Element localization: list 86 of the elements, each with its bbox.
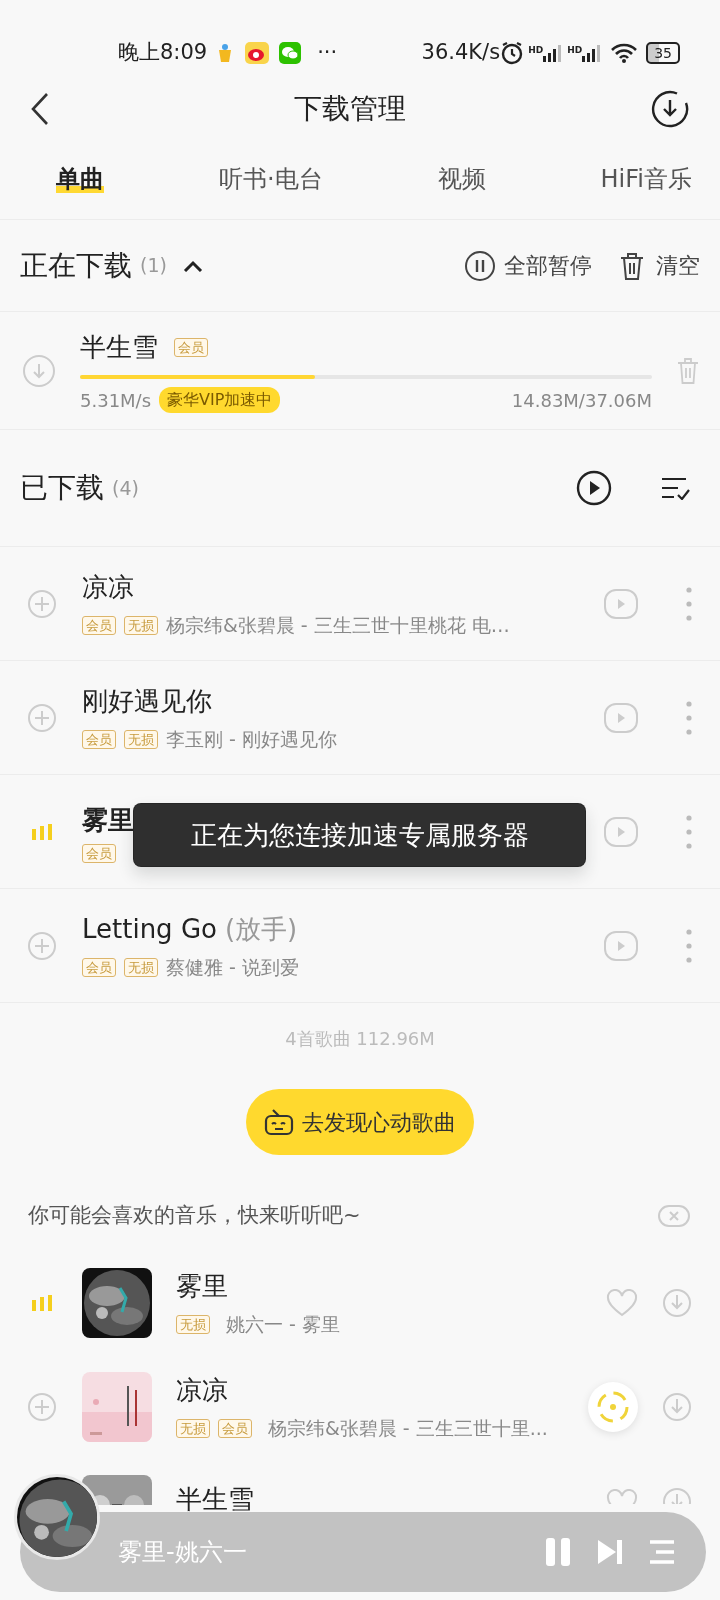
download-button[interactable] <box>662 1288 692 1318</box>
tag: 会员 <box>174 337 208 357</box>
download-history-button[interactable] <box>650 89 690 129</box>
section-title: 正在下载 <box>20 247 132 284</box>
song-artist-album: 姚六一 - 雾里 <box>226 1312 340 1338</box>
network-speed: 36.4K/s <box>421 39 501 67</box>
tag: 会员 <box>218 1419 252 1438</box>
tag: 无损 <box>124 957 158 977</box>
add-icon[interactable] <box>27 588 57 619</box>
pause-icon <box>464 249 496 282</box>
tag: 会员 <box>82 957 116 977</box>
signal-label: HD <box>567 44 583 57</box>
song-title: Letting Go <box>82 912 217 946</box>
more-button[interactable] <box>686 700 692 735</box>
download-button[interactable] <box>662 1487 692 1504</box>
play-all-button[interactable] <box>576 470 612 506</box>
play-button[interactable] <box>604 702 638 733</box>
battery-indicator: 35 <box>646 42 680 64</box>
download-button[interactable] <box>662 1392 692 1422</box>
tag: 无损 <box>176 1419 210 1438</box>
like-button[interactable] <box>606 1489 638 1504</box>
more-button[interactable] <box>686 586 692 621</box>
next-button[interactable] <box>596 1538 624 1566</box>
signal-icon <box>543 44 564 62</box>
section-title: 已下载 <box>20 470 104 506</box>
locate-button[interactable] <box>588 1382 638 1432</box>
song-title: 半生雪 <box>80 330 158 364</box>
pause-all-button[interactable]: 全部暂停 <box>464 249 592 282</box>
tab[interactable]: 听书·电台 <box>218 160 323 197</box>
song-title: 凉凉 <box>176 1374 229 1408</box>
signal-label: HD <box>528 44 544 57</box>
chat-app-icon <box>279 42 302 64</box>
item-count: (4) <box>112 475 139 501</box>
clear-button[interactable]: 清空 <box>616 249 700 282</box>
collapse-toggle[interactable] <box>182 259 203 272</box>
song-artist-album: 杨宗纬&张碧晨 - 三生三世十里桃花 电… <box>166 612 510 638</box>
tag: 无损 <box>176 1315 210 1334</box>
add-icon[interactable] <box>27 1392 57 1422</box>
like-button[interactable] <box>606 1289 638 1317</box>
tag: 无损 <box>124 615 158 635</box>
song-title: 半生雪 <box>176 1483 255 1513</box>
pause-button[interactable] <box>544 1536 572 1568</box>
radio-icon <box>264 1108 294 1136</box>
song-summary: 4首歌曲 112.96M <box>284 1026 436 1051</box>
clock: 晚上8:09 <box>118 39 208 67</box>
song-title: 刚好遇见你 <box>82 684 212 718</box>
now-playing-title: 雾里-姚六一 <box>118 1537 247 1568</box>
discover-button[interactable]: 去发现心动歌曲 <box>246 1089 474 1155</box>
tag: 会员 <box>82 843 116 863</box>
download-status-button[interactable] <box>22 353 56 388</box>
speed-boost-badge: 豪华VIP加速中 <box>159 387 281 413</box>
recommend-title: 你可能会喜欢的音乐，快来听听吧~ <box>28 1202 361 1230</box>
playlist-button[interactable] <box>648 1539 676 1565</box>
play-button[interactable] <box>604 816 638 847</box>
tag: 会员 <box>82 729 116 749</box>
toast-message: 正在为您连接加速专属服务器 <box>133 803 586 867</box>
add-icon[interactable] <box>27 930 57 961</box>
song-artist-album: 李玉刚 - 刚好遇见你 <box>166 726 337 752</box>
add-icon[interactable] <box>27 702 57 733</box>
item-count: (1) <box>140 253 167 279</box>
tab[interactable]: HiFi音乐 <box>600 160 692 197</box>
page-title: 下载管理 <box>294 91 406 127</box>
back-button[interactable] <box>30 92 50 126</box>
title-note: (放手) <box>224 912 298 946</box>
more-button[interactable] <box>686 928 692 963</box>
weibo-icon <box>245 42 270 64</box>
play-button[interactable] <box>604 930 638 961</box>
song-title: 雾里 <box>176 1270 229 1304</box>
close-button[interactable] <box>658 1205 690 1227</box>
signal-icon <box>582 44 603 62</box>
alarm-icon <box>500 41 525 65</box>
download-size: 14.83M/37.06M <box>511 388 652 413</box>
song-artist-album: 蔡健雅 - 说到爱 <box>166 954 299 980</box>
song-title: 雾里 <box>82 803 134 837</box>
tag: 会员 <box>82 615 116 635</box>
delete-button[interactable] <box>676 356 700 385</box>
download-speed: 5.31M/s <box>80 388 152 413</box>
more-button[interactable] <box>686 814 692 849</box>
more-notifications: ··· <box>317 39 338 67</box>
manage-button[interactable] <box>660 476 690 500</box>
tab[interactable]: 视频 <box>437 160 486 197</box>
tag: 无损 <box>124 729 158 749</box>
wifi-icon <box>610 42 639 64</box>
song-title: 凉凉 <box>82 570 134 604</box>
play-button[interactable] <box>604 588 638 619</box>
song-artist-album: 杨宗纬&张碧晨 - 三生三世十里... <box>268 1416 548 1442</box>
